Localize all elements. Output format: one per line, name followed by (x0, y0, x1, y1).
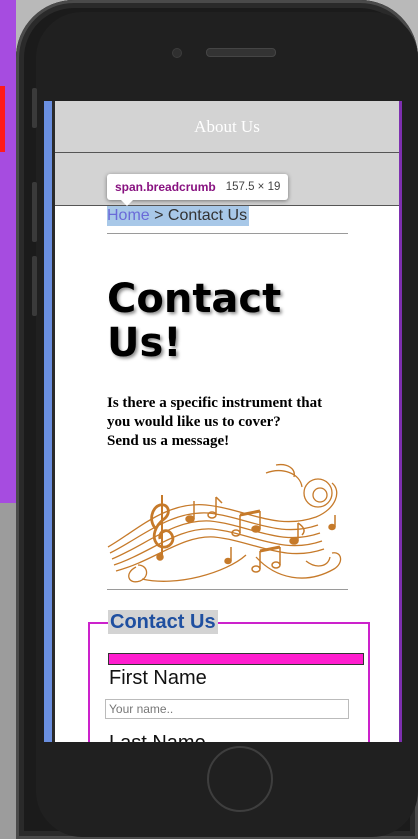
devtools-tooltip: span.breadcrumb 157.5 × 19 (107, 174, 289, 206)
background-marker (0, 86, 5, 152)
breadcrumb: Home > Contact Us (107, 206, 250, 226)
speaker-icon (206, 48, 276, 57)
intro-line-3: Send us a message! (107, 433, 230, 449)
highlight-bar (108, 653, 364, 665)
breadcrumb-current: Contact Us (167, 207, 248, 224)
background-strip (0, 0, 16, 503)
nav-item-about-label: About Us (194, 116, 260, 136)
contact-form-legend: Contact Us (108, 610, 218, 634)
intro-text: Is there a specific instrument that you … (107, 394, 347, 451)
home-button-icon[interactable] (207, 746, 273, 812)
nav-item-about[interactable]: About Us (55, 101, 399, 153)
volume-down-button (32, 256, 37, 316)
last-name-label: Last Name (109, 731, 206, 742)
breadcrumb-divider (107, 233, 348, 234)
volume-up-button (32, 182, 37, 242)
screen-right-accent (399, 101, 402, 742)
first-name-input[interactable] (105, 699, 349, 719)
tooltip-selector: span.breadcrumb (115, 180, 216, 194)
screen-left-accent (44, 101, 52, 742)
breadcrumb-home-link[interactable]: Home (107, 207, 150, 224)
mute-switch (32, 88, 37, 128)
section-divider (107, 589, 348, 590)
first-name-label: First Name (109, 667, 207, 689)
breadcrumb-separator: > (149, 207, 168, 224)
page-title: Contact Us! (107, 276, 282, 366)
phone-screen: About Us span.breadcrumb 157.5 × 19 Home… (44, 101, 402, 742)
tooltip-dimensions: 157.5 × 19 (225, 181, 281, 193)
intro-line-1: Is there a specific instrument that (107, 395, 323, 411)
camera-icon (172, 48, 182, 58)
background-strip-lower (0, 503, 16, 839)
intro-line-2: you would like us to cover? (107, 414, 281, 430)
music-notes-icon (107, 463, 342, 583)
